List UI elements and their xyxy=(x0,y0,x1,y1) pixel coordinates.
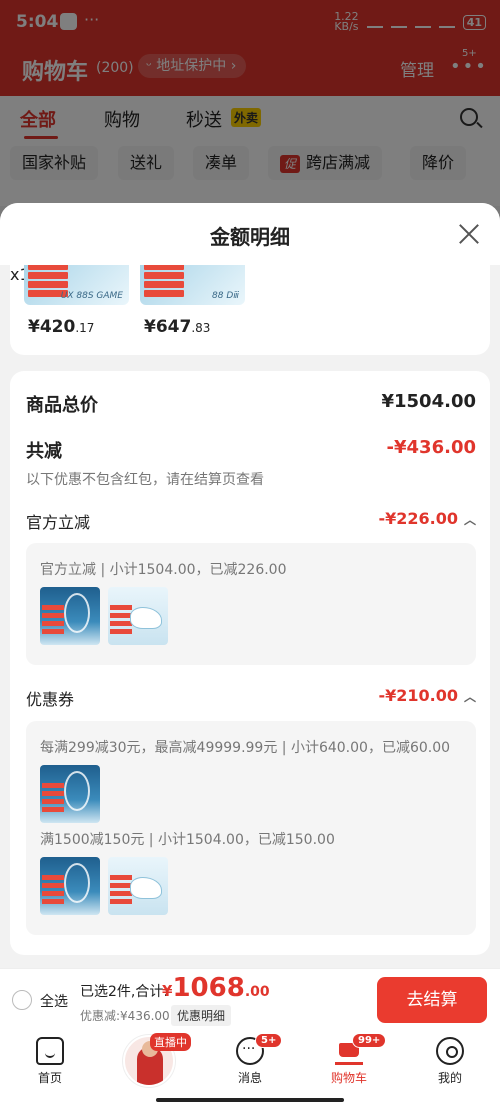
official-discount-label: 官方立减 xyxy=(26,513,91,532)
total-discount-row: 共减 -¥436.00 xyxy=(26,437,476,463)
product-thumbnail xyxy=(108,587,168,645)
official-discount-value: -¥226.00 ︿ xyxy=(378,509,476,528)
gesture-bar xyxy=(156,1098,344,1102)
nav-me[interactable]: 我的 xyxy=(415,1037,485,1086)
product-thumbnail xyxy=(40,587,100,645)
home-icon xyxy=(36,1037,64,1065)
products-card: UX 88S GAME ¥420.17 x1 88 Dⅲ ¥647.83 x1 xyxy=(10,265,490,355)
product-price: ¥420.17 xyxy=(28,317,95,337)
coupon-detail-text-2: 满1500减150元 | 小计1504.00，已减150.00 xyxy=(40,832,335,848)
product-image: UX 88S GAME xyxy=(24,265,129,305)
official-discount-detail: 官方立减 | 小计1504.00，已减226.00 xyxy=(26,543,476,665)
nav-home[interactable]: 首页 xyxy=(15,1037,85,1086)
goods-total-label: 商品总价 xyxy=(26,395,98,416)
official-discount-row[interactable]: 官方立减 -¥226.00 ︿ xyxy=(26,509,476,533)
checkout-button[interactable]: 去结算 xyxy=(377,977,487,1023)
coupon-detail-text-1: 每满299减30元，最高减49999.99元 | 小计640.00，已减60.0… xyxy=(40,740,451,756)
amount-detail-card: 商品总价 ¥1504.00 共减 -¥436.00 以下优惠不包含红包，请在结算… xyxy=(10,371,490,955)
close-icon[interactable] xyxy=(456,221,482,247)
goods-total-value: ¥1504.00 xyxy=(381,391,476,412)
coupon-detail: 每满299减30元，最高减49999.99元 | 小计640.00，已减60.0… xyxy=(26,721,476,935)
official-discount-text: 官方立减 | 小计1504.00，已减226.00 xyxy=(40,562,287,578)
product-image: 88 Dⅲ xyxy=(140,265,245,305)
live-badge: 直播中 xyxy=(150,1033,191,1051)
total-discount-value: -¥436.00 xyxy=(386,437,476,458)
total-discount-label: 共减 xyxy=(26,441,62,462)
discount-detail-button[interactable]: 优惠明细 xyxy=(171,1005,232,1026)
select-all-label[interactable]: 全选 xyxy=(40,991,68,1011)
sheet-title: 金额明细 xyxy=(210,225,290,249)
discount-hint: 以下优惠不包含红包，请在结算页查看 xyxy=(26,472,264,488)
profile-icon xyxy=(436,1037,464,1065)
chevron-up-icon: ︿ xyxy=(463,513,476,527)
product-price: ¥647.83 xyxy=(144,317,211,337)
total-price: ¥1068.00 xyxy=(162,973,270,1003)
messages-badge: 5+ xyxy=(255,1033,283,1048)
cart-badge: 99+ xyxy=(352,1033,387,1048)
coupon-value: -¥210.00 ︿ xyxy=(378,686,476,705)
checkout-bar: 全选 已选2件,合计: ¥1068.00 优惠减:¥436.00 优惠明细 去结… xyxy=(0,968,500,1031)
product-thumbnail xyxy=(108,857,168,915)
sheet-header: 金额明细 xyxy=(0,203,500,265)
discount-amount: 优惠减:¥436.00 xyxy=(80,1009,170,1023)
product-thumbnail xyxy=(40,765,100,823)
product-thumbnail xyxy=(40,857,100,915)
chevron-up-icon: ︿ xyxy=(463,690,476,704)
select-all-checkbox[interactable] xyxy=(12,990,32,1010)
coupon-row[interactable]: 优惠券 -¥210.00 ︿ xyxy=(26,686,476,710)
goods-total-row: 商品总价 ¥1504.00 xyxy=(26,391,476,417)
selected-summary: 已选2件,合计: xyxy=(80,984,169,1000)
coupon-label: 优惠券 xyxy=(26,690,75,709)
